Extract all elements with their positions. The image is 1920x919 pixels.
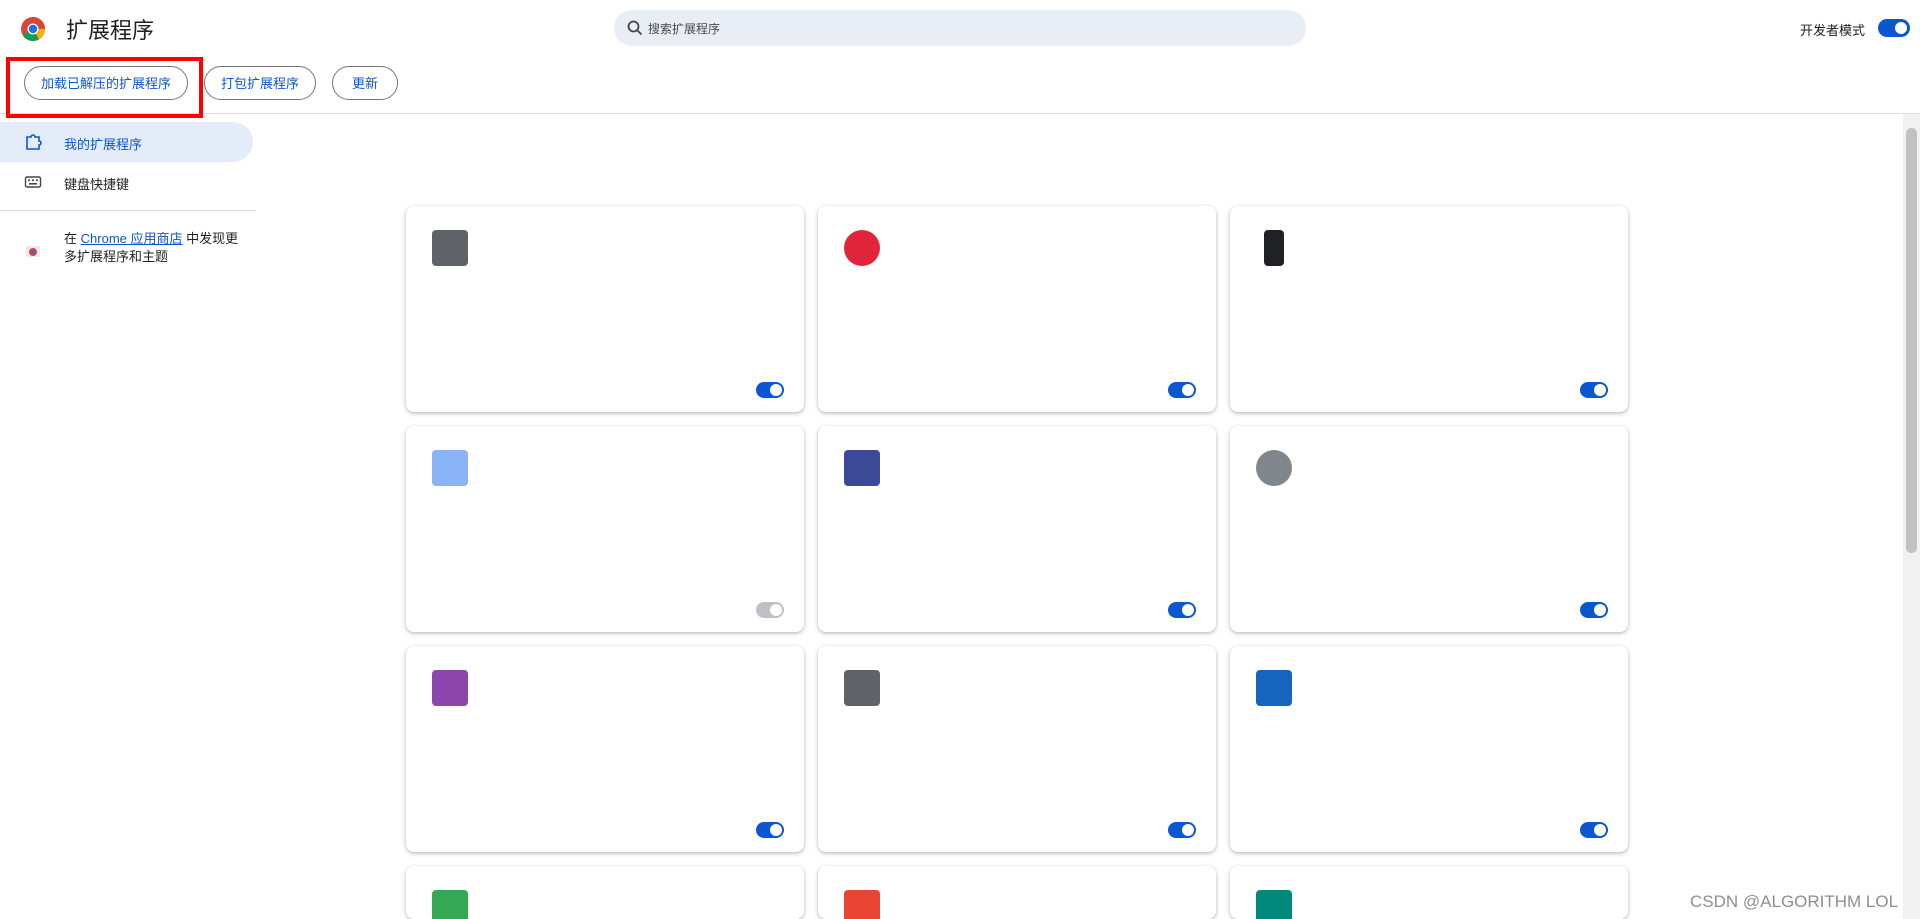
sidebar-divider <box>0 210 256 211</box>
extension-card <box>406 426 804 632</box>
extension-toggle[interactable] <box>756 382 784 398</box>
extension-card <box>1230 206 1628 412</box>
extension-toggle[interactable] <box>1580 822 1608 838</box>
extension-icon <box>432 890 468 919</box>
extension-icon <box>432 230 468 266</box>
extension-card <box>1230 426 1628 632</box>
watermark: CSDN @ALGORITHM LOL <box>1690 892 1899 911</box>
keyboard-icon <box>24 176 42 188</box>
extension-toggle[interactable] <box>1580 382 1608 398</box>
extension-toggle[interactable] <box>1168 602 1196 618</box>
extension-card <box>818 866 1216 919</box>
store-promo-text: 在 Chrome 应用商店 中发现更多扩展程序和主题 <box>64 230 244 266</box>
sidebar-item-label: 键盘快捷键 <box>64 177 130 192</box>
store-prefix: 在 <box>64 231 78 246</box>
search-input[interactable]: 搜索扩展程序 <box>614 10 1306 46</box>
extension-icon <box>844 230 880 266</box>
extension-card <box>406 866 804 919</box>
extension-icon <box>844 890 880 919</box>
extension-icon <box>844 670 880 706</box>
extension-icon <box>1256 670 1292 706</box>
search-placeholder: 搜索扩展程序 <box>648 22 721 36</box>
extension-icon <box>1264 230 1284 266</box>
extension-toggle[interactable] <box>1580 602 1608 618</box>
highlight-box <box>6 57 203 118</box>
extension-toggle[interactable] <box>756 602 784 618</box>
toolbar: 加载已解压的扩展程序 打包扩展程序 更新 <box>0 57 1920 114</box>
sidebar-item-label: 我的扩展程序 <box>64 137 143 152</box>
extension-toggle[interactable] <box>1168 822 1196 838</box>
top-bar: 扩展程序 搜索扩展程序 开发者模式 <box>0 0 1920 57</box>
extension-icon <box>1256 450 1292 486</box>
scrollbar-thumb[interactable] <box>1906 128 1917 553</box>
sidebar-item-my-extensions[interactable]: 我的扩展程序 <box>0 122 253 162</box>
update-button[interactable]: 更新 <box>332 66 398 100</box>
dev-mode-toggle[interactable] <box>1878 19 1910 37</box>
chrome-logo-icon <box>21 17 45 42</box>
search-icon <box>627 20 643 36</box>
extension-toggle[interactable] <box>756 822 784 838</box>
sidebar-item-keyboard-shortcuts[interactable]: 键盘快捷键 <box>0 162 253 202</box>
page-title: 扩展程序 <box>66 18 155 43</box>
extension-icon <box>1256 890 1292 919</box>
extension-card <box>1230 866 1628 919</box>
extension-card <box>1230 646 1628 852</box>
dev-mode-label: 开发者模式 <box>1800 23 1866 38</box>
extension-card <box>406 206 804 412</box>
pack-extension-button[interactable]: 打包扩展程序 <box>204 66 316 100</box>
puzzle-icon <box>26 134 42 150</box>
extension-card <box>818 206 1216 412</box>
extension-card <box>818 646 1216 852</box>
chrome-web-store-link[interactable]: Chrome 应用商店 <box>81 231 183 246</box>
extension-icon <box>844 450 880 486</box>
extension-card <box>406 646 804 852</box>
extension-icon <box>432 450 468 486</box>
toggle-knob <box>1895 22 1907 34</box>
extension-toggle[interactable] <box>1168 382 1196 398</box>
extension-icon <box>432 670 468 706</box>
sidebar: 我的扩展程序 键盘快捷键 在 Chrome 应用商店 中发现更多扩展程序和主题 <box>0 114 256 919</box>
chrome-web-store-icon <box>26 246 40 257</box>
extension-card <box>818 426 1216 632</box>
